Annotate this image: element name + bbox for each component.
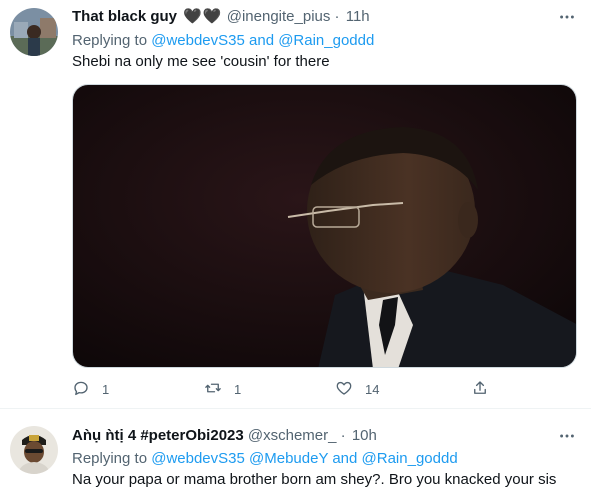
share-button[interactable] bbox=[471, 378, 489, 400]
retweet-count: 1 bbox=[234, 381, 242, 397]
display-name[interactable]: That black guy bbox=[72, 8, 177, 25]
more-horizontal-icon[interactable] bbox=[557, 7, 577, 27]
tweet-actions: 1 1 14 bbox=[72, 378, 577, 400]
timestamp[interactable]: 10h bbox=[352, 427, 377, 444]
display-name[interactable]: Aǹụ ǹtị 4 #peterObi2023 bbox=[72, 427, 244, 444]
replying-mentions[interactable]: @webdevS35 and @Rain_goddd bbox=[151, 32, 374, 49]
separator-dot: · bbox=[334, 8, 340, 25]
share-icon bbox=[471, 379, 489, 400]
like-count: 14 bbox=[365, 381, 380, 397]
reply-count: 1 bbox=[102, 381, 110, 397]
retweet-button[interactable]: 1 bbox=[204, 378, 241, 400]
tweet[interactable]: Aǹụ ǹtị 4 #peterObi2023 @xschemer_ · 10h… bbox=[0, 409, 591, 503]
reply-button[interactable]: 1 bbox=[72, 378, 109, 400]
tweet-media-video[interactable] bbox=[72, 84, 577, 368]
tweet-text: Na your papa or mama brother born am she… bbox=[72, 471, 557, 488]
timestamp[interactable]: 11h bbox=[346, 8, 370, 25]
black-heart-emoji-badges: 🖤🖤 bbox=[183, 8, 223, 25]
avatar[interactable] bbox=[10, 426, 58, 474]
tweet-header: Aǹụ ǹtị 4 #peterObi2023 @xschemer_ · 10h bbox=[72, 426, 377, 446]
tweet[interactable]: That black guy 🖤🖤 @inengite_pius · 11h R… bbox=[0, 0, 591, 408]
retweet-icon bbox=[204, 379, 222, 400]
replying-to: Replying to @webdevS35 and @Rain_goddd bbox=[72, 31, 374, 51]
reply-icon bbox=[72, 379, 90, 400]
replying-prefix: Replying to bbox=[72, 450, 148, 467]
separator-dot: · bbox=[340, 427, 346, 444]
replying-mentions[interactable]: @webdevS35 @MebudeY and @Rain_goddd bbox=[151, 450, 457, 467]
user-handle[interactable]: @xschemer_ bbox=[248, 427, 337, 444]
tweet-text: Shebi na only me see 'cousin' for there bbox=[72, 53, 330, 70]
like-button[interactable]: 14 bbox=[335, 378, 379, 400]
more-horizontal-icon[interactable] bbox=[557, 426, 577, 446]
replying-to: Replying to @webdevS35 @MebudeY and @Rai… bbox=[72, 449, 458, 469]
replying-prefix: Replying to bbox=[72, 32, 148, 49]
user-handle[interactable]: @inengite_pius bbox=[227, 8, 331, 25]
tweet-header: That black guy 🖤🖤 @inengite_pius · 11h bbox=[72, 7, 370, 27]
heart-icon bbox=[335, 379, 353, 400]
avatar[interactable] bbox=[10, 8, 58, 56]
